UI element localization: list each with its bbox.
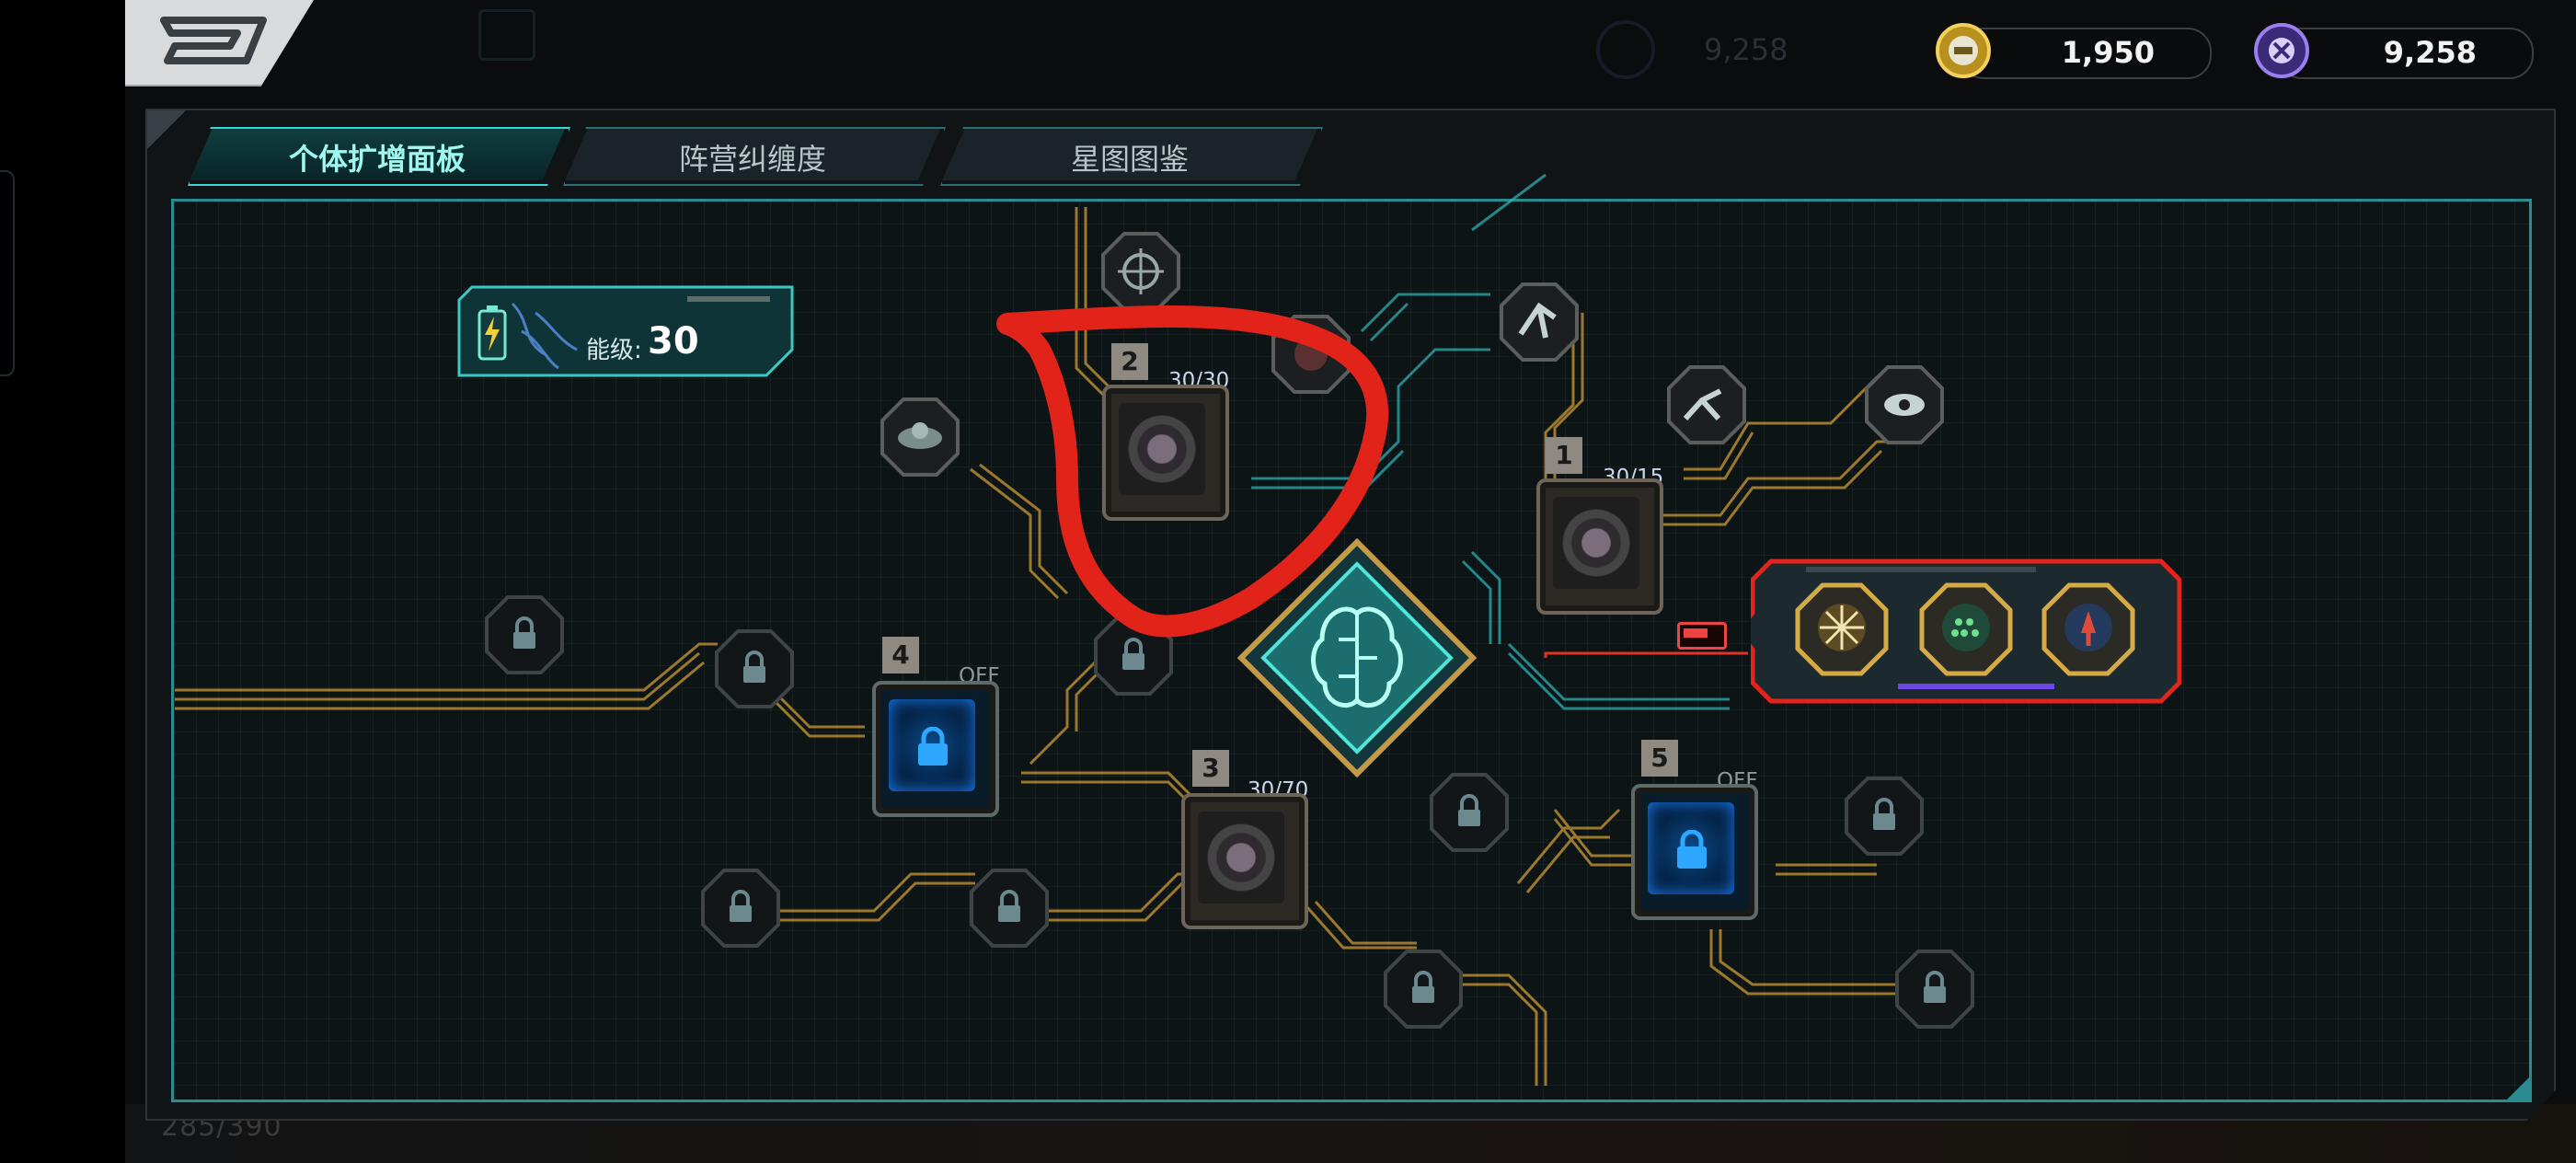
locked-node[interactable] <box>1092 615 1175 697</box>
watcher-node[interactable] <box>1863 363 1946 446</box>
star-emblem-icon <box>1553 497 1639 589</box>
node-number: 3 <box>1192 750 1229 787</box>
node-number: 5 <box>1641 740 1678 777</box>
skill-node-5[interactable] <box>1631 784 1758 920</box>
locked-node[interactable] <box>713 628 796 710</box>
brain-chip-icon[interactable] <box>1237 538 1477 777</box>
skill-node-4[interactable] <box>872 681 999 817</box>
eye-emblem-icon <box>1198 812 1284 904</box>
skill-node-3[interactable] <box>1181 793 1308 929</box>
ufo-node[interactable] <box>879 396 961 478</box>
dots-medal-icon[interactable] <box>1918 582 2014 677</box>
crosshair-node[interactable] <box>1099 230 1182 313</box>
runner-node[interactable] <box>1498 281 1581 363</box>
node-number: 2 <box>1111 343 1148 380</box>
skill-node-1[interactable] <box>1536 478 1663 615</box>
locked-node[interactable] <box>1428 771 1511 854</box>
locked-node[interactable] <box>1893 948 1976 1031</box>
lock-icon <box>1648 802 1734 894</box>
lock-glyph <box>918 727 948 766</box>
locked-node[interactable] <box>1843 775 1926 858</box>
beast-node[interactable] <box>1270 313 1352 396</box>
flower-emblem-icon <box>1119 403 1205 495</box>
battery-icon <box>477 305 507 361</box>
lock-glyph <box>1677 830 1707 869</box>
locked-node[interactable] <box>483 593 566 676</box>
skill-node-2[interactable] <box>1102 385 1229 521</box>
battery-low-icon <box>1677 622 1727 650</box>
burst-medal-icon[interactable] <box>1794 582 1890 677</box>
energy-label: 能级: <box>586 337 642 364</box>
locked-node[interactable] <box>1382 948 1465 1031</box>
figure-medal-icon[interactable] <box>2041 582 2136 677</box>
node-number: 4 <box>882 637 919 674</box>
energy-level-panel: 能级: 30 <box>457 285 794 377</box>
lock-icon <box>889 699 975 791</box>
sprint-node[interactable] <box>1665 363 1748 446</box>
energy-value: 30 <box>648 320 699 363</box>
node-number: 1 <box>1546 437 1582 474</box>
locked-node[interactable] <box>699 867 782 950</box>
locked-node[interactable] <box>968 867 1051 950</box>
